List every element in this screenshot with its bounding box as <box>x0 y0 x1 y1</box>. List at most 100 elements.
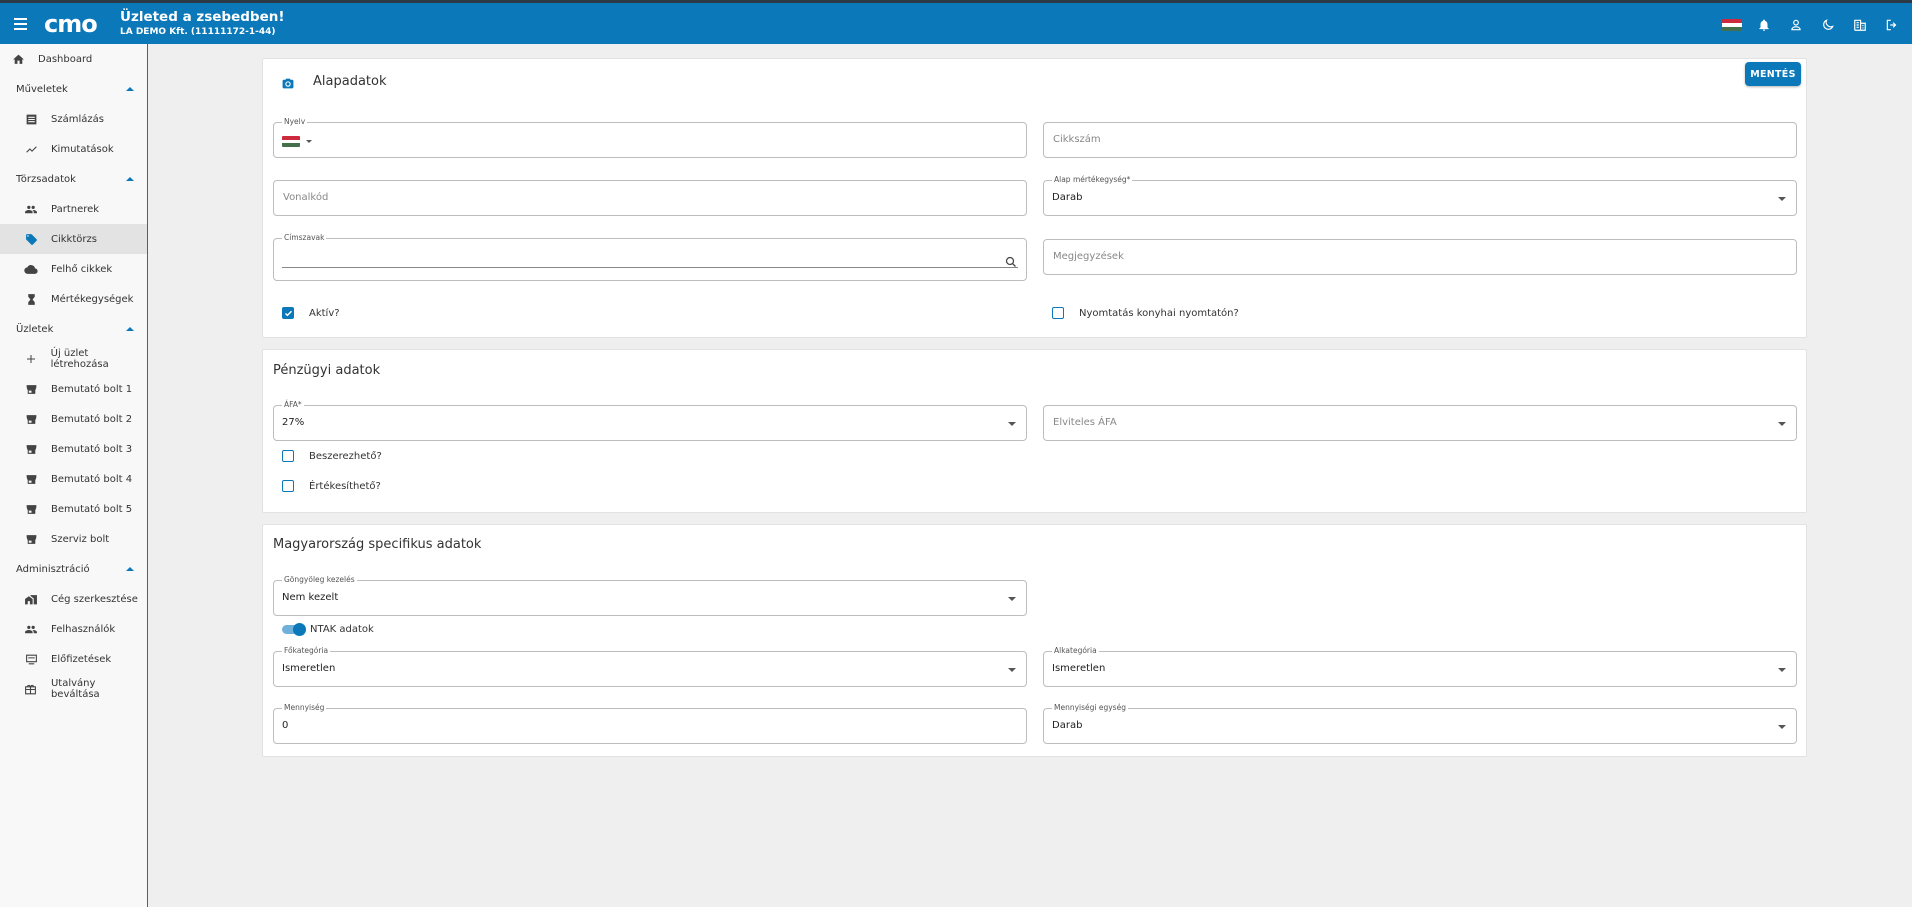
store-icon <box>24 472 38 486</box>
dropdown-arrow-icon <box>1778 422 1786 426</box>
chart-line-icon <box>24 142 38 156</box>
sidebar-section-muveletek[interactable]: Műveletek <box>0 74 147 104</box>
hourglass-icon <box>24 292 38 306</box>
kitchen-print-checkbox[interactable]: Nyomtatás konyhai nyomtatón? <box>1052 307 1239 319</box>
sidebar-section-uzletek[interactable]: Üzletek <box>0 314 147 344</box>
sidebar-item-mertekegysegek[interactable]: Mértékegységek <box>0 284 147 314</box>
dropdown-arrow-icon <box>1008 668 1016 672</box>
sidebar-item-szerviz-bolt[interactable]: Szerviz bolt <box>0 524 147 554</box>
store-icon <box>24 442 38 456</box>
language-select[interactable]: Nyelv <box>273 117 1027 158</box>
sub-category-select[interactable]: Alkategória Ismeretlen <box>1043 646 1797 687</box>
dropdown-arrow-icon <box>1008 422 1016 426</box>
menu-icon[interactable] <box>14 17 36 30</box>
checkbox-checked-icon <box>282 307 294 319</box>
people-icon <box>24 202 38 216</box>
top-bar: cmo Üzleted a zsebedben! LA DEMO Kft. (1… <box>0 0 1912 44</box>
sidebar-section-adminisztracio[interactable]: Adminisztráció <box>0 554 147 584</box>
checkbox-empty-icon <box>282 450 294 462</box>
logout-icon[interactable] <box>1882 15 1902 35</box>
sidebar-item-felhasznalok[interactable]: Felhasználók <box>0 614 147 644</box>
hungarian-flag-icon <box>282 136 300 147</box>
gift-card-icon <box>24 682 38 696</box>
finance-title: Pénzügyi adatok <box>273 363 381 378</box>
sidebar-item-partnerek[interactable]: Partnerek <box>0 194 147 224</box>
people-icon <box>24 622 38 636</box>
toggle-switch <box>282 623 306 636</box>
store-icon <box>24 412 38 426</box>
sidebar-item-utalvany[interactable]: Utalvány beváltása <box>0 674 147 704</box>
invoice-icon <box>24 112 38 126</box>
sidebar-item-cikktorzs[interactable]: Cikktörzs <box>0 224 147 254</box>
bell-icon[interactable] <box>1754 15 1774 35</box>
sidebar-item-uj-uzlet[interactable]: Új üzlet létrehozása <box>0 344 147 374</box>
takeaway-vat-select[interactable]: Elviteles ÁFA <box>1043 405 1797 441</box>
basic-data-card: Alapadatok MENTÉS Nyelv Cikkszám Vonalkó… <box>262 58 1807 338</box>
chevron-down-icon <box>306 140 312 143</box>
dropdown-arrow-icon <box>1008 597 1016 601</box>
keywords-underline <box>282 267 1018 268</box>
bottle-handling-select[interactable]: Göngyöleg kezelés Nem kezelt <box>273 575 1027 616</box>
sidebar-item-bolt-1[interactable]: Bemutató bolt 1 <box>0 374 147 404</box>
collapse-icon <box>126 87 134 91</box>
barcode-input[interactable]: Vonalkód <box>273 180 1027 216</box>
tag-icon <box>24 232 38 246</box>
brand: Üzleted a zsebedben! LA DEMO Kft. (11111… <box>120 8 285 38</box>
keywords-input[interactable]: Címszavak <box>273 233 1027 281</box>
checkbox-empty-icon <box>1052 307 1064 319</box>
sidebar-section-torzsadatok[interactable]: Törzsadatok <box>0 164 147 194</box>
sidebar-item-felho-cikkek[interactable]: Felhő cikkek <box>0 254 147 284</box>
cloud-icon <box>24 262 38 276</box>
save-button[interactable]: MENTÉS <box>1745 62 1801 86</box>
sidebar-item-ceg-szerkesztese[interactable]: Cég szerkesztése <box>0 584 147 614</box>
svg-text:cmo: cmo <box>44 12 97 36</box>
collapse-icon <box>126 567 134 571</box>
cmo-logo[interactable]: cmo <box>44 11 114 37</box>
sidebar-item-szamlazas[interactable]: Számlázás <box>0 104 147 134</box>
sidebar-item-bolt-5[interactable]: Bemutató bolt 5 <box>0 494 147 524</box>
purchasable-checkbox[interactable]: Beszerezhető? <box>282 450 382 462</box>
active-checkbox[interactable]: Aktív? <box>282 307 340 319</box>
dark-mode-icon[interactable] <box>1818 15 1838 35</box>
quantity-input[interactable]: Mennyiség 0 <box>273 703 1027 744</box>
sidebar-item-dashboard[interactable]: Dashboard <box>0 44 147 74</box>
hungarian-flag-icon[interactable] <box>1722 15 1742 35</box>
dropdown-arrow-icon <box>1778 668 1786 672</box>
user-icon[interactable] <box>1786 15 1806 35</box>
company-icon[interactable] <box>1850 15 1870 35</box>
hungary-card: Magyarország specifikus adatok Göngyöleg… <box>262 524 1807 757</box>
store-icon <box>24 502 38 516</box>
dropdown-arrow-icon <box>1778 197 1786 201</box>
store-icon <box>24 382 38 396</box>
notes-input[interactable]: Megjegyzések <box>1043 239 1797 275</box>
sku-input[interactable]: Cikkszám <box>1043 122 1797 158</box>
sidebar-item-bolt-4[interactable]: Bemutató bolt 4 <box>0 464 147 494</box>
company-name: LA DEMO Kft. (11111172-1-44) <box>120 27 276 38</box>
vat-select[interactable]: ÁFA* 27% <box>273 400 1027 441</box>
subscription-icon <box>24 652 38 666</box>
sidebar-item-bolt-2[interactable]: Bemutató bolt 2 <box>0 404 147 434</box>
main-category-select[interactable]: Főkategória Ismeretlen <box>273 646 1027 687</box>
sidebar-item-kimutatasok[interactable]: Kimutatások <box>0 134 147 164</box>
home-icon <box>11 52 25 66</box>
sidebar-item-bolt-3[interactable]: Bemutató bolt 3 <box>0 434 147 464</box>
dropdown-arrow-icon <box>1778 725 1786 729</box>
finance-card: Pénzügyi adatok ÁFA* 27% Elviteles ÁFA B… <box>262 349 1807 513</box>
quantity-unit-select[interactable]: Mennyiségi egység Darab <box>1043 703 1797 744</box>
hungary-title: Magyarország specifikus adatok <box>273 537 482 552</box>
sellable-checkbox[interactable]: Értékesíthető? <box>282 480 381 492</box>
sidebar: Dashboard Műveletek Számlázás Kimutatáso… <box>0 44 148 907</box>
camera-icon[interactable] <box>281 75 295 94</box>
app-title: Üzleted a zsebedben! <box>120 8 285 25</box>
store-icon <box>24 532 38 546</box>
plus-icon <box>24 352 38 366</box>
home-work-icon <box>24 592 38 606</box>
collapse-icon <box>126 177 134 181</box>
ntak-toggle[interactable]: NTAK adatok <box>282 623 374 636</box>
checkbox-empty-icon <box>282 480 294 492</box>
basic-data-title: Alapadatok <box>313 74 387 89</box>
base-unit-select[interactable]: Alap mértékegység* Darab <box>1043 175 1797 216</box>
search-icon[interactable] <box>1005 253 1017 272</box>
sidebar-item-elofizetesek[interactable]: Előfizetések <box>0 644 147 674</box>
collapse-icon <box>126 327 134 331</box>
